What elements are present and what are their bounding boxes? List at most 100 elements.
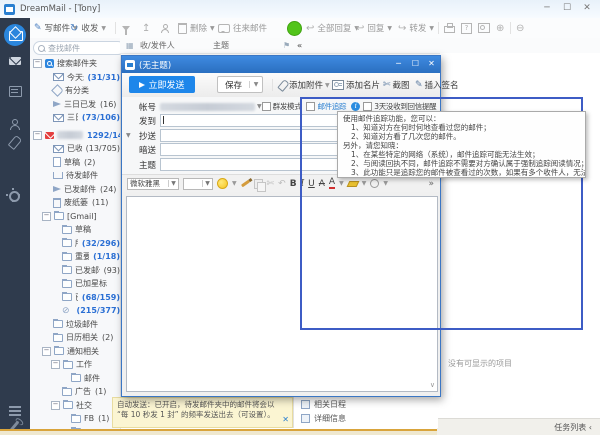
attachments-icon[interactable] xyxy=(8,135,22,150)
notification-close-icon[interactable]: ✕ xyxy=(282,415,289,425)
menu-hamburger-icon[interactable] xyxy=(9,406,21,408)
folder-label: 广告 xyxy=(75,386,91,397)
cc-collapse-icon[interactable]: ▼ xyxy=(126,132,131,139)
move-up-button[interactable]: ↥ xyxy=(142,18,150,38)
zoom-out-button[interactable]: ⊖ xyxy=(516,18,524,38)
tree-expander-icon[interactable]: − xyxy=(42,212,51,221)
flag-column-icon[interactable]: ⚑ xyxy=(283,38,290,53)
undo-icon[interactable]: ↶ xyxy=(278,179,286,189)
compose-mail-icon[interactable] xyxy=(4,24,26,46)
sidebar-folder-item[interactable]: −工作 xyxy=(30,358,120,372)
bold-button[interactable]: B xyxy=(290,179,297,189)
sidebar-folder-item[interactable]: −[Gmail] xyxy=(30,210,120,224)
related-schedule-item[interactable]: 相关日程 xyxy=(294,397,438,411)
close-button[interactable]: ✕ xyxy=(578,2,596,15)
tree-expander-icon[interactable]: − xyxy=(51,401,60,410)
sidebar-folder-item[interactable]: −1292/145 xyxy=(30,129,120,143)
compose-toolbar: 立即发送 保存▼ 添加附件▼ 添加名片 ✄ 截图 ✎ 插入签名 xyxy=(122,73,440,98)
format-painter-icon[interactable] xyxy=(241,180,250,188)
tree-expander-icon[interactable]: − xyxy=(33,59,42,68)
forward-button[interactable]: ↪转发▼ xyxy=(398,18,434,38)
compose-maximize-button[interactable]: ☐ xyxy=(408,58,423,70)
sidebar-folder-item[interactable]: 广告 (1) xyxy=(30,385,120,399)
chat-bubble-icon xyxy=(218,24,230,33)
sidebar-folder-item[interactable]: −社交 xyxy=(30,399,120,413)
compose-close-button[interactable]: ✕ xyxy=(424,58,439,70)
font-family-select[interactable]: 微软雅黑▼ xyxy=(127,178,179,190)
insert-signature-button[interactable]: ✎ 插入签名 xyxy=(415,73,459,97)
select-column-icon[interactable]: ▦ xyxy=(126,38,134,53)
sidebar-folder-item[interactable]: 已收邮件(13/705) xyxy=(30,142,120,156)
sidebar-folder-item[interactable]: 三日已发(16) xyxy=(30,98,120,112)
font-size-select[interactable]: ▼ xyxy=(183,178,213,190)
reply-all-button[interactable]: ↩全部回复▼ xyxy=(306,18,359,38)
sidebar-folder-item[interactable]: 已删除邮件(68/159) xyxy=(30,291,120,305)
sidebar-folder-item[interactable]: 三日收件(73/106) xyxy=(30,111,120,125)
sidebar-folder-item[interactable]: 重要(1/18) xyxy=(30,250,120,264)
search-input[interactable]: 查找邮件 xyxy=(33,41,121,55)
compose-minimize-button[interactable]: ─ xyxy=(391,58,406,70)
account-status-avatar[interactable] xyxy=(287,21,302,36)
calendar-icon[interactable] xyxy=(9,86,22,97)
settings-gear-icon[interactable] xyxy=(9,191,20,202)
help-button[interactable]: ? xyxy=(461,18,472,38)
sidebar-folder-item[interactable]: 草稿(2) xyxy=(30,156,120,170)
delete-button[interactable]: 删除▼ xyxy=(178,18,215,38)
mail-icon[interactable] xyxy=(9,57,21,65)
minimize-button[interactable]: ─ xyxy=(538,2,556,15)
screenshot-button[interactable]: ✄ 截图 xyxy=(383,73,410,97)
sidebar-folder-item[interactable]: 废纸篓(11) xyxy=(30,196,120,210)
mass-mode-checkbox[interactable] xyxy=(262,102,271,111)
message-list-header: ▦ 收/发件人 主题 ⚑ « xyxy=(120,38,600,54)
folder-icon xyxy=(63,361,73,369)
sidebar-folder-item[interactable]: 所有邮件(32/296) xyxy=(30,237,120,251)
sidebar-folder-item[interactable]: 邮件 xyxy=(30,372,120,386)
maximize-button[interactable]: ☐ xyxy=(558,2,576,15)
add-card-button[interactable]: 添加名片 xyxy=(332,73,380,97)
compose-title-bar[interactable]: (无主题) ─ ☐ ✕ xyxy=(122,56,440,73)
sidebar-folder-item[interactable]: 有分类 xyxy=(30,84,120,98)
subject-label: 主题 xyxy=(122,159,156,171)
emoji-icon[interactable] xyxy=(217,178,228,189)
from-to-column-header[interactable]: 收/发件人 xyxy=(140,38,175,53)
print-button[interactable] xyxy=(444,18,455,38)
paperclip-icon xyxy=(277,79,289,92)
paste-icon[interactable] xyxy=(254,179,263,189)
image-button[interactable] xyxy=(478,18,490,38)
tree-expander-icon[interactable]: − xyxy=(42,347,51,356)
cut-icon[interactable]: ✄ xyxy=(267,179,275,189)
sidebar-folder-item[interactable]: 已发邮件(93) xyxy=(30,264,120,278)
sidebar-folder-item[interactable]: −搜索邮件夹 xyxy=(30,57,120,71)
filter-button[interactable] xyxy=(122,18,130,38)
account-value-redacted[interactable] xyxy=(160,103,255,111)
tree-expander-icon[interactable]: − xyxy=(51,360,60,369)
zoom-in-button[interactable]: ⊕ xyxy=(496,18,504,38)
task-list-toggle[interactable]: 任务列表 ‹ xyxy=(554,422,592,433)
sidebar-folder-item[interactable]: 已加星标 xyxy=(30,277,120,291)
add-attachment-button[interactable]: 添加附件▼ xyxy=(280,73,330,97)
compose-pen-icon: ✎ xyxy=(34,23,42,33)
send-now-button[interactable]: 立即发送 xyxy=(129,76,195,93)
sidebar-folder-item[interactable]: −通知相关 xyxy=(30,345,120,359)
folder-count: (1) xyxy=(95,387,106,396)
sidebar-folder-item[interactable]: 待发邮件 xyxy=(30,169,120,183)
sidebar-folder-item[interactable]: 已发邮件(24) xyxy=(30,183,120,197)
collapse-pane-button[interactable]: « xyxy=(297,38,302,53)
sidebar-folder-item[interactable]: 垃圾邮件 xyxy=(30,318,120,332)
tree-expander-icon[interactable]: − xyxy=(33,131,42,140)
send-receive-button[interactable]: ↻ 收发▼ xyxy=(70,18,106,38)
sidebar-folder-item[interactable]: FB(1) xyxy=(30,412,120,426)
save-button[interactable]: 保存▼ xyxy=(217,76,263,93)
correspondence-button[interactable]: 往来邮件 xyxy=(218,18,267,38)
searchfolder-icon xyxy=(45,59,54,68)
sidebar-folder-item[interactable]: 草稿 xyxy=(30,223,120,237)
subject-column-header[interactable]: 主题 xyxy=(213,38,229,53)
detail-info-item[interactable]: 详细信息 xyxy=(294,411,438,425)
contacts-icon[interactable] xyxy=(9,119,20,129)
sidebar-folder-item[interactable]: 日历相关(2) xyxy=(30,331,120,345)
reply-button[interactable]: ↩回复▼ xyxy=(356,18,392,38)
contact-button[interactable] xyxy=(160,18,169,38)
sidebar-folder-item[interactable]: 今天未读(31/31) xyxy=(30,71,120,85)
scroll-down-icon[interactable]: ∨ xyxy=(430,381,435,389)
sidebar-folder-item[interactable]: ⊘垃圾邮件(215/377) xyxy=(30,304,120,318)
